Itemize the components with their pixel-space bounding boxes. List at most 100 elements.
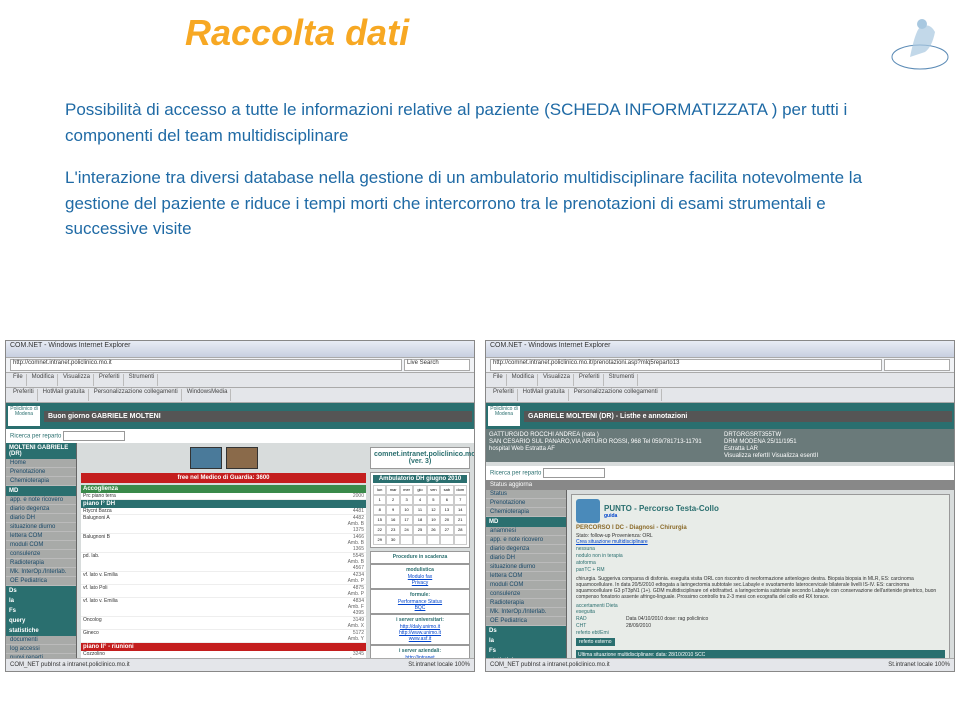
cal-cell[interactable]: 18: [413, 515, 426, 525]
sidebar-item[interactable]: Mk. InterOp./Interlab.: [6, 568, 76, 577]
sidebar-item[interactable]: app. e note ricovero: [6, 496, 76, 505]
cal-cell[interactable]: 29: [373, 535, 386, 545]
sidebar-item[interactable]: situazione diurno: [6, 523, 76, 532]
cal-cell[interactable]: 27: [440, 525, 453, 535]
cal-cell[interactable]: 19: [427, 515, 440, 525]
cal-cell[interactable]: 8: [373, 505, 386, 515]
sidebar-item[interactable]: Radioterapia: [6, 559, 76, 568]
sidebar-item[interactable]: lettera COM: [6, 532, 76, 541]
sidebar-item[interactable]: Status: [486, 490, 566, 499]
sidebar-item[interactable]: diario degenza: [486, 545, 566, 554]
referto-button[interactable]: referto esterno: [576, 638, 615, 646]
list-item[interactable]: vf. lato Poli4875 Amb. P: [81, 585, 366, 598]
fav-item[interactable]: Preferiti: [490, 389, 518, 401]
cal-cell[interactable]: 20: [440, 515, 453, 525]
fav-item[interactable]: Personalizzazione collegamenti: [91, 389, 182, 401]
fav-item[interactable]: HotMail gratuita: [40, 389, 89, 401]
list-item[interactable]: pd. lab.5545 Amb. B 4567: [81, 553, 366, 572]
sb-section[interactable]: Fs: [6, 606, 76, 616]
crea-link[interactable]: Crea situazione multidisciplinare: [576, 539, 945, 545]
cal-cell[interactable]: 28: [454, 525, 467, 535]
sidebar-item[interactable]: OE Pediatrica: [486, 617, 566, 626]
menu-edit[interactable]: Modifica: [509, 374, 538, 386]
list-item[interactable]: Oncolog3149 Amb. X: [81, 617, 366, 630]
search-box[interactable]: Live Search: [404, 359, 470, 371]
list-item[interactable]: Gineco5172 Amb. Y: [81, 630, 366, 643]
cal-cell[interactable]: 21: [454, 515, 467, 525]
cal-cell[interactable]: 26: [427, 525, 440, 535]
sidebar-item[interactable]: Chemioterapia: [6, 477, 76, 486]
thumb-icon[interactable]: [226, 447, 258, 469]
sidebar-item[interactable]: anamnesi: [486, 527, 566, 536]
sidebar-item[interactable]: Chemioterapia: [486, 508, 566, 517]
url-input[interactable]: http://comnet.intranet.policlinico.mo.it: [10, 359, 402, 371]
thumb-icon[interactable]: [190, 447, 222, 469]
link[interactable]: Privacy: [373, 580, 467, 586]
cal-cell[interactable]: 7: [454, 495, 467, 505]
guida-link[interactable]: guida: [604, 513, 719, 519]
cal-cell[interactable]: 24: [400, 525, 413, 535]
sidebar-item[interactable]: consulenze: [6, 550, 76, 559]
list-item[interactable]: vf. lato v. Emilia4834 Amb. F 4395: [81, 598, 366, 617]
sb-section[interactable]: statistiche: [6, 626, 76, 636]
menu-tools[interactable]: Strumenti: [606, 374, 639, 386]
list-item[interactable]: Balugnoni A4482 Amb. B 1375: [81, 515, 366, 534]
sb-section[interactable]: query: [6, 616, 76, 626]
menu-view[interactable]: Visualizza: [60, 374, 94, 386]
link[interactable]: BQC: [373, 605, 467, 611]
cal-cell[interactable]: [454, 535, 467, 545]
sidebar-item[interactable]: diario DH: [486, 554, 566, 563]
sidebar-item[interactable]: diario DH: [6, 514, 76, 523]
list-item[interactable]: vf. lato v. Emilia4234 Amb. P: [81, 572, 366, 585]
sidebar-item[interactable]: log accessi: [6, 645, 76, 654]
url-input[interactable]: http://comnet.intranet.policlinico.mo.it…: [490, 359, 882, 371]
fav-item[interactable]: HotMail gratuita: [520, 389, 569, 401]
sidebar-item[interactable]: OE Pediatrica: [6, 577, 76, 586]
sidebar-item[interactable]: consulenze: [486, 590, 566, 599]
sidebar-item[interactable]: Prenotazione: [6, 468, 76, 477]
menu-file[interactable]: File: [10, 374, 27, 386]
sidebar-item[interactable]: Radioterapia: [486, 599, 566, 608]
sidebar-item[interactable]: diario degenza: [6, 505, 76, 514]
sidebar-item[interactable]: situazione diurno: [486, 563, 566, 572]
cal-cell[interactable]: [427, 535, 440, 545]
cal-cell[interactable]: 30: [386, 535, 399, 545]
pi-hosp[interactable]: hospital Web Estratta AF: [489, 446, 716, 452]
menu-fav[interactable]: Preferiti: [96, 374, 124, 386]
sb-section[interactable]: Fs: [486, 646, 566, 656]
cal-cell[interactable]: [413, 535, 426, 545]
list-item[interactable]: Prc piano terra2000: [81, 493, 366, 500]
cal-cell[interactable]: 2: [386, 495, 399, 505]
sb-section[interactable]: Ia: [6, 596, 76, 606]
sidebar-item[interactable]: moduli COM: [486, 581, 566, 590]
cal-cell[interactable]: 13: [440, 505, 453, 515]
cal-cell[interactable]: 9: [386, 505, 399, 515]
sidebar-item[interactable]: app. e note ricovero: [486, 536, 566, 545]
list-item[interactable]: Balugnoni B1466 Amb. B 1365: [81, 534, 366, 553]
fav-item[interactable]: WindowsMedia: [184, 389, 232, 401]
ricerca-input[interactable]: [63, 431, 125, 441]
cal-cell[interactable]: 16: [386, 515, 399, 525]
cal-cell[interactable]: [400, 535, 413, 545]
sb-section[interactable]: Ds: [486, 626, 566, 636]
ricerca-input[interactable]: [543, 468, 605, 478]
cal-cell[interactable]: 5: [427, 495, 440, 505]
cal-cell[interactable]: 15: [373, 515, 386, 525]
menu-tools[interactable]: Strumenti: [126, 374, 159, 386]
cal-cell[interactable]: 12: [427, 505, 440, 515]
cal-cell[interactable]: 6: [440, 495, 453, 505]
cal-cell[interactable]: 11: [413, 505, 426, 515]
fav-item[interactable]: Personalizzazione collegamenti: [571, 389, 662, 401]
sidebar-item[interactable]: Mk. InterOp./Interlab.: [486, 608, 566, 617]
link[interactable]: www.asf.it: [373, 636, 467, 642]
cal-cell[interactable]: 3: [400, 495, 413, 505]
cal-cell[interactable]: 22: [373, 525, 386, 535]
sb-section[interactable]: Ds: [6, 586, 76, 596]
status-row[interactable]: Status aggiorna: [486, 480, 954, 490]
sidebar-item[interactable]: Prenotazione: [486, 499, 566, 508]
sidebar-item[interactable]: Home: [6, 459, 76, 468]
cal-cell[interactable]: 14: [454, 505, 467, 515]
cal-cell[interactable]: 25: [413, 525, 426, 535]
cal-cell[interactable]: 10: [400, 505, 413, 515]
cal-cell[interactable]: 17: [400, 515, 413, 525]
